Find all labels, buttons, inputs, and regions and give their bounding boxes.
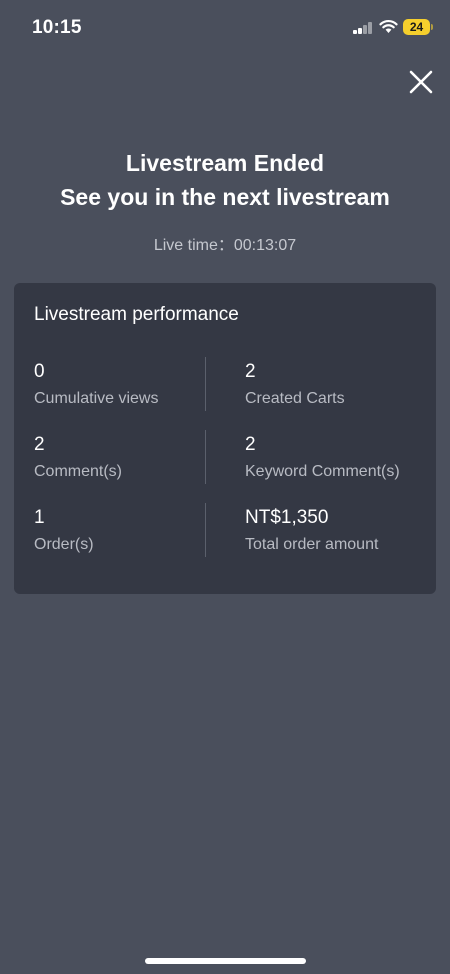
stat-value: 2 <box>34 434 45 455</box>
stat-divider <box>205 430 206 484</box>
stat-divider <box>205 357 206 411</box>
home-indicator[interactable] <box>145 958 306 964</box>
stat-label: Order(s) <box>34 536 94 553</box>
cellular-signal-icon <box>353 21 373 34</box>
page-subtitle: See you in the next livestream <box>60 184 390 210</box>
close-icon[interactable] <box>405 66 437 98</box>
stat-value: NT$1,350 <box>245 507 329 528</box>
stat-label: Cumulative views <box>34 390 159 407</box>
live-time-text: Live time：00:13:07 <box>153 237 297 254</box>
stat-label: Comment(s) <box>34 463 123 480</box>
stat-created-carts: 2 Created Carts <box>245 361 345 409</box>
stat-label: Total order amount <box>245 536 379 553</box>
status-bar: 10:15 24 <box>0 0 450 56</box>
stat-comments: 2 Comment(s) <box>34 434 122 482</box>
stat-label: Keyword Comment(s) <box>245 463 400 480</box>
performance-card: Livestream performance 0 Cumulative view… <box>14 283 436 594</box>
performance-title: Livestream performance <box>34 304 239 325</box>
stat-value: 2 <box>245 361 256 382</box>
stat-keyword-comments: 2 Keyword Comment(s) <box>245 434 400 482</box>
page-title: Livestream Ended <box>125 150 325 176</box>
stat-cumulative-views: 0 Cumulative views <box>34 361 158 409</box>
stat-label: Created Carts <box>245 390 345 407</box>
wifi-icon <box>379 20 398 33</box>
stat-value: 2 <box>245 434 256 455</box>
battery-tip <box>431 24 433 30</box>
stat-total-order-amount: NT$1,350 Total order amount <box>245 507 378 555</box>
battery-icon: 24 <box>403 19 430 35</box>
stat-value: 1 <box>34 507 45 528</box>
stat-orders: 1 Order(s) <box>34 507 94 555</box>
stat-value: 0 <box>34 361 45 382</box>
stat-divider <box>205 503 206 557</box>
status-time: 10:15 <box>32 17 82 38</box>
